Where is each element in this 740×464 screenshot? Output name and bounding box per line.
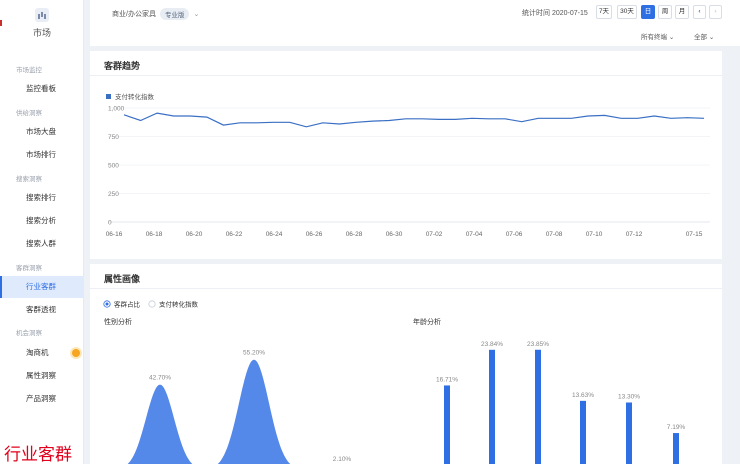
y-tick-label: 750	[108, 134, 119, 141]
age-bar	[489, 349, 495, 464]
top-filter-bar: 商业/办公家具 专业版 ⌄ 统计时间 2020-07-15 7天 30天 日 周…	[90, 0, 740, 46]
age-value-label: 16.71%	[436, 376, 458, 383]
x-tick-label: 06-20	[186, 231, 203, 238]
group-customer: 客群洞察	[16, 265, 42, 272]
group-supply: 供给洞察	[16, 110, 42, 117]
sidebar-item-product-insight[interactable]: 产品洞察	[0, 388, 84, 410]
sidebar-item-customer-perspective[interactable]: 客群透视	[0, 299, 84, 321]
all-filter[interactable]: 全部 ⌄	[694, 31, 714, 41]
gender-value-label: 2.10%	[333, 456, 352, 463]
sidebar-item-market-overview[interactable]: 市场大盘	[0, 121, 84, 143]
radio-pay-conversion[interactable]: 支付转化指数	[148, 300, 199, 309]
gender-area	[217, 359, 291, 464]
market-chart-icon	[35, 8, 49, 22]
age-bar	[444, 385, 450, 464]
age-bar	[626, 402, 632, 464]
sidebar-item-industry-customer[interactable]: 行业客群	[0, 276, 84, 298]
x-tick-label: 07-04	[466, 231, 483, 238]
sidebar: 市场 市场监控 监控看板 供给洞察 市场大盘 市场排行 搜索洞察 搜索排行 搜索…	[0, 0, 84, 464]
gender-value-label: 42.70%	[149, 375, 171, 382]
radio-customer-share[interactable]: 客群占比	[103, 300, 141, 309]
terminal-filter[interactable]: 所有终端 ⌄	[641, 31, 674, 41]
gender-area	[127, 384, 193, 464]
gender-title: 性别分析	[104, 317, 132, 326]
y-tick-label: 250	[108, 191, 119, 198]
period-7d-button[interactable]: 7天	[596, 5, 612, 19]
sidebar-item-search-rank[interactable]: 搜索排行	[0, 187, 84, 209]
radio-label: 支付转化指数	[159, 300, 199, 309]
y-tick-label: 1,000	[108, 106, 125, 113]
overlay-caption: 行业客群	[4, 445, 72, 464]
period-week-button[interactable]: 周	[658, 5, 672, 19]
chevron-down-icon: ⌄	[193, 11, 200, 18]
sidebar-item-market-rank[interactable]: 市场排行	[0, 144, 84, 166]
age-value-label: 13.63%	[572, 392, 594, 399]
radio-label: 客群占比	[114, 300, 141, 309]
x-tick-label: 06-24	[266, 231, 283, 238]
period-day-button[interactable]: 日	[641, 5, 655, 19]
next-period-button[interactable]: ›	[709, 5, 722, 19]
chevron-down-icon: ⌄	[668, 34, 675, 41]
x-tick-label: 06-30	[386, 231, 403, 238]
x-tick-label: 06-26	[306, 231, 323, 238]
group-search: 搜索洞察	[16, 176, 42, 183]
logo-label: 市场	[32, 28, 51, 38]
age-value-label: 13.30%	[618, 394, 640, 401]
chevron-down-icon: ⌄	[708, 34, 715, 41]
x-tick-label: 07-15	[686, 231, 703, 238]
x-tick-label: 07-02	[426, 231, 443, 238]
age-value-label: 23.84%	[481, 341, 503, 348]
trend-card: 客群趋势 支付转化指数 1,000 750 500 250 0 06-16 06-18 06…	[90, 51, 722, 259]
trend-chart: 支付转化指数 1,000 750 500 250 0 06-16 06-18 06-20 06…	[106, 92, 710, 238]
attribute-card: 属性画像 客群占比 支付转化指数 性别分析 年龄分析 42.70% 55.20% 2…	[90, 264, 722, 464]
x-tick-label: 07-08	[546, 231, 563, 238]
prev-period-button[interactable]: ‹	[693, 5, 706, 19]
period-month-button[interactable]: 月	[675, 5, 689, 19]
group-market-monitor: 市场监控	[16, 67, 42, 74]
sidebar-item-monitor-board[interactable]: 监控看板	[0, 78, 84, 100]
trend-series-line	[123, 112, 705, 128]
category-label: 商业/办公家具	[112, 11, 156, 18]
age-bar	[580, 400, 586, 464]
age-value-label: 7.19%	[667, 424, 686, 431]
x-tick-label: 06-18	[146, 231, 163, 238]
x-tick-label: 07-06	[506, 231, 523, 238]
market-logo[interactable]: 市场	[0, 8, 84, 39]
y-tick-label: 0	[108, 220, 112, 227]
age-bar	[535, 349, 541, 464]
x-tick-label: 07-12	[626, 231, 643, 238]
age-title: 年龄分析	[413, 317, 441, 326]
sidebar-item-search-crowd[interactable]: 搜索人群	[0, 233, 84, 255]
sun-icon	[72, 349, 80, 357]
x-tick-label: 07-10	[586, 231, 603, 238]
y-tick-label: 500	[108, 163, 119, 170]
stat-time: 统计时间 2020-07-15	[522, 10, 588, 17]
legend-swatch	[106, 94, 111, 99]
x-tick-label: 06-28	[346, 231, 363, 238]
edition-tag: 专业版	[159, 8, 190, 20]
period-30d-button[interactable]: 30天	[617, 5, 637, 19]
sidebar-item-search-analysis[interactable]: 搜索分析	[0, 210, 84, 232]
gender-value-label: 55.20%	[243, 350, 265, 357]
attribute-charts: 客群占比 支付转化指数 性别分析 年龄分析 42.70%55.20%2.10% …	[103, 300, 686, 464]
legend-label: 支付转化指数	[115, 92, 155, 101]
age-bar	[673, 433, 679, 464]
category-selector[interactable]: 商业/办公家具 专业版 ⌄	[112, 8, 199, 20]
group-opportunity: 机会洞察	[16, 330, 42, 337]
x-tick-label: 06-22	[226, 231, 243, 238]
x-tick-label: 06-16	[106, 231, 123, 238]
sidebar-item-attribute-insight[interactable]: 属性洞察	[0, 365, 84, 387]
age-value-label: 23.85%	[527, 341, 549, 348]
